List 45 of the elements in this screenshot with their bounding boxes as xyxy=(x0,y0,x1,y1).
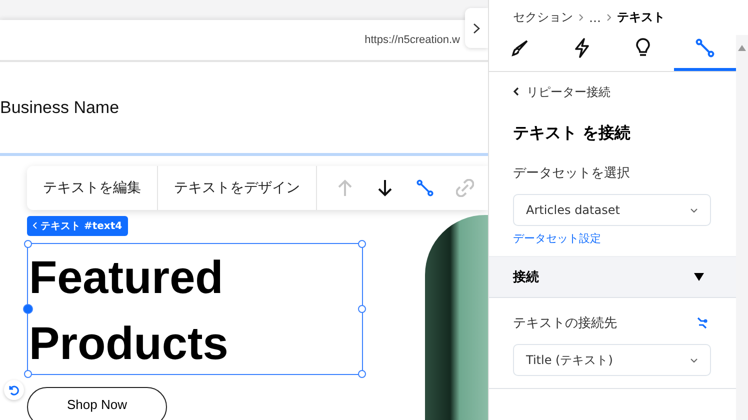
arrow-down-icon xyxy=(377,179,393,197)
resize-handle[interactable] xyxy=(358,240,366,248)
chevron-right-icon xyxy=(607,14,611,21)
panel-heading: テキスト を接続 xyxy=(513,123,632,144)
undo-icon xyxy=(8,384,20,396)
back-link[interactable]: リピーター接続 xyxy=(513,84,611,101)
field-dropdown[interactable]: Title (テキスト) xyxy=(513,344,711,376)
chevron-down-icon xyxy=(690,358,698,362)
resize-handle[interactable] xyxy=(358,305,366,313)
dataset-dropdown[interactable]: Articles dataset xyxy=(513,194,711,226)
breadcrumb-item[interactable]: セクション xyxy=(513,9,573,26)
resize-handle[interactable] xyxy=(24,240,32,248)
section-title: 接続 xyxy=(513,268,539,286)
undo-button[interactable] xyxy=(4,380,24,400)
chevron-left-icon xyxy=(33,222,37,229)
scroll-up-icon xyxy=(738,45,746,51)
section-header[interactable]: 接続 xyxy=(489,256,736,298)
chevron-right-icon xyxy=(579,14,583,21)
field-label: データセットを選択 xyxy=(513,165,631,182)
link-icon xyxy=(456,179,474,197)
shop-now-button[interactable]: Shop Now xyxy=(27,387,167,420)
breadcrumb-item[interactable]: … xyxy=(589,10,601,24)
element-tag[interactable]: テキスト #text4 xyxy=(27,216,128,236)
business-name: Business Name xyxy=(0,98,120,118)
lightbulb-icon xyxy=(635,38,652,58)
chevron-right-icon xyxy=(473,22,480,34)
resize-handle[interactable] xyxy=(358,370,366,378)
toolbar-button[interactable]: テキストを編集 xyxy=(27,166,158,210)
chevron-left-icon xyxy=(513,87,519,96)
connector-icon xyxy=(416,179,434,197)
resize-handle[interactable] xyxy=(23,304,33,314)
brush-icon xyxy=(510,38,529,56)
field-label: テキストの接続先 xyxy=(513,315,617,332)
resize-handle[interactable] xyxy=(24,370,32,378)
collapse-button[interactable] xyxy=(465,8,488,48)
lightning-icon xyxy=(574,38,590,58)
site-url: https://n5creation.w xyxy=(364,34,461,46)
scrollbar[interactable] xyxy=(736,35,748,420)
toolbar-button[interactable]: テキストをデザイン xyxy=(158,166,317,210)
dataset-settings-link[interactable]: データセット設定 xyxy=(513,231,601,246)
breadcrumb-item[interactable]: テキスト xyxy=(617,9,665,26)
reconnect-icon[interactable] xyxy=(696,317,708,329)
arrow-up-icon xyxy=(337,179,353,197)
connector-icon xyxy=(695,38,716,58)
chevron-down-icon xyxy=(690,208,698,212)
